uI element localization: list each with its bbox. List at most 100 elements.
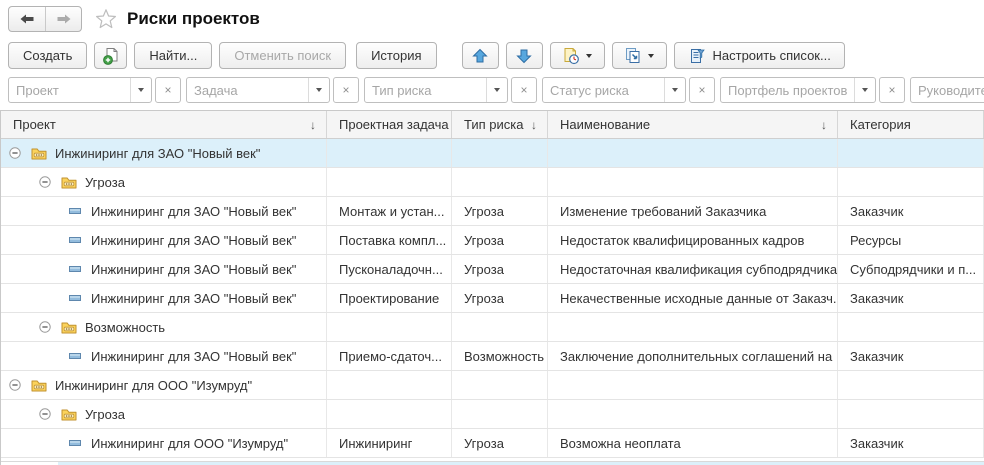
risk-row[interactable]: Инжиниринг для ЗАО "Новый век" Монтаж и … <box>1 197 984 226</box>
filter-risk-type: × <box>364 77 537 105</box>
filter-project-combo <box>8 77 152 103</box>
filter-task: × <box>186 77 359 105</box>
group-label: Инжиниринг для ООО "Изумруд" <box>55 378 252 393</box>
collapse-icon[interactable] <box>39 408 51 420</box>
table-header-row: Проект↓ Проектная задача Тип риска↓ Наим… <box>1 111 984 139</box>
clear-icon: × <box>888 83 895 97</box>
filter-risk-type-combo <box>364 77 508 103</box>
command-bar: Создать Найти... Отменить поиск История … <box>0 40 984 71</box>
column-header-name[interactable]: Наименование↓ <box>548 111 838 138</box>
chevron-down-icon <box>672 88 678 92</box>
filter-task-combo <box>186 77 330 103</box>
column-header-category[interactable]: Категория <box>838 111 984 138</box>
filter-manager-input[interactable] <box>911 78 984 102</box>
create-new-document-button[interactable] <box>94 42 127 69</box>
group-row[interactable]: Угроза <box>1 168 984 197</box>
cancel-search-button[interactable]: Отменить поиск <box>219 42 346 69</box>
group-row[interactable]: Возможность <box>1 313 984 342</box>
filter-task-clear-button[interactable]: × <box>333 77 359 103</box>
filter-manager-combo <box>910 77 984 103</box>
risk-item-icon <box>69 237 81 243</box>
filter-risk-status-input[interactable] <box>543 78 664 102</box>
filter-project-dropdown-button[interactable] <box>130 78 151 102</box>
configure-list-button[interactable]: Настроить список... <box>674 42 845 69</box>
filter-portfolio-dropdown-button[interactable] <box>854 78 875 102</box>
collapse-icon[interactable] <box>9 147 21 159</box>
folder-icon <box>31 147 47 160</box>
filter-risk-type-input[interactable] <box>365 78 486 102</box>
sort-desc-icon: ↓ <box>531 118 537 132</box>
sort-desc-icon: ↓ <box>310 118 316 132</box>
filter-project-input[interactable] <box>9 78 130 102</box>
back-arrow-icon <box>19 13 35 25</box>
forward-arrow-icon <box>56 13 72 25</box>
favorite-star-icon[interactable] <box>95 8 117 30</box>
filter-project: × <box>8 77 181 105</box>
arrow-up-icon <box>472 48 488 64</box>
group-row[interactable]: Инжиниринг для ЗАО "Новый век" <box>1 139 984 168</box>
filter-risk-type-clear-button[interactable]: × <box>511 77 537 103</box>
filter-task-input[interactable] <box>187 78 308 102</box>
clear-icon: × <box>520 83 527 97</box>
filter-portfolio: × <box>720 77 905 105</box>
column-header-risk-type[interactable]: Тип риска↓ <box>452 111 548 138</box>
dropdown-caret-icon <box>648 54 654 58</box>
copy-document-arrow-icon <box>624 47 642 65</box>
back-button[interactable] <box>9 7 45 31</box>
chevron-down-icon <box>862 88 868 92</box>
nav-history-group <box>8 6 82 32</box>
risk-row[interactable]: Инжиниринг для ООО "Изумруд" Инжиниринг … <box>1 429 984 458</box>
clear-icon: × <box>164 83 171 97</box>
header-bar: Риски проектов <box>0 0 984 38</box>
clear-icon: × <box>342 83 349 97</box>
chevron-down-icon <box>494 88 500 92</box>
group-label: Инжиниринг для ЗАО "Новый век" <box>55 146 260 161</box>
move-down-button[interactable] <box>506 42 543 69</box>
risk-item-icon <box>69 440 81 446</box>
filter-risk-type-dropdown-button[interactable] <box>486 78 507 102</box>
move-up-button[interactable] <box>462 42 499 69</box>
filter-task-dropdown-button[interactable] <box>308 78 329 102</box>
copy-export-dropdown-button[interactable] <box>612 42 667 69</box>
filter-portfolio-input[interactable] <box>721 78 854 102</box>
group-label: Угроза <box>85 175 125 190</box>
filter-manager <box>910 77 984 105</box>
chevron-down-icon <box>316 88 322 92</box>
column-header-task[interactable]: Проектная задача <box>327 111 452 138</box>
filter-project-clear-button[interactable]: × <box>155 77 181 103</box>
collapse-icon[interactable] <box>9 379 21 391</box>
collapse-icon[interactable] <box>39 321 51 333</box>
filter-risk-status-clear-button[interactable]: × <box>689 77 715 103</box>
risk-item-icon <box>69 353 81 359</box>
sort-desc-icon: ↓ <box>821 118 827 132</box>
folder-icon <box>61 176 77 189</box>
create-button[interactable]: Создать <box>8 42 87 69</box>
chevron-down-icon <box>138 88 144 92</box>
document-history-dropdown-button[interactable] <box>550 42 605 69</box>
forward-button[interactable] <box>45 7 81 31</box>
filter-bar: × × × × × <box>0 77 984 105</box>
page-title: Риски проектов <box>127 9 260 29</box>
history-button[interactable]: История <box>356 42 436 69</box>
new-document-plus-icon <box>102 47 120 65</box>
risk-item-icon <box>69 295 81 301</box>
find-button[interactable]: Найти... <box>134 42 212 69</box>
column-header-project[interactable]: Проект↓ <box>1 111 327 138</box>
arrow-down-icon <box>516 48 532 64</box>
collapse-icon[interactable] <box>39 176 51 188</box>
risk-row[interactable]: Инжиниринг для ЗАО "Новый век" Проектиро… <box>1 284 984 313</box>
risk-row[interactable]: Инжиниринг для ЗАО "Новый век" Приемо-сд… <box>1 342 984 371</box>
risk-row[interactable]: Инжиниринг для ЗАО "Новый век" Пусконала… <box>1 255 984 284</box>
clear-icon: × <box>698 83 705 97</box>
filter-portfolio-clear-button[interactable]: × <box>879 77 905 103</box>
filter-risk-status-dropdown-button[interactable] <box>664 78 685 102</box>
risk-item-icon <box>69 208 81 214</box>
folder-icon <box>61 408 77 421</box>
dropdown-caret-icon <box>586 54 592 58</box>
group-row[interactable]: Инжиниринг для ООО "Изумруд" <box>1 371 984 400</box>
risk-row[interactable]: Инжиниринг для ЗАО "Новый век" Поставка … <box>1 226 984 255</box>
document-clock-icon <box>562 47 580 65</box>
risk-item-icon <box>69 266 81 272</box>
group-label: Угроза <box>85 407 125 422</box>
group-row[interactable]: Угроза <box>1 400 984 429</box>
